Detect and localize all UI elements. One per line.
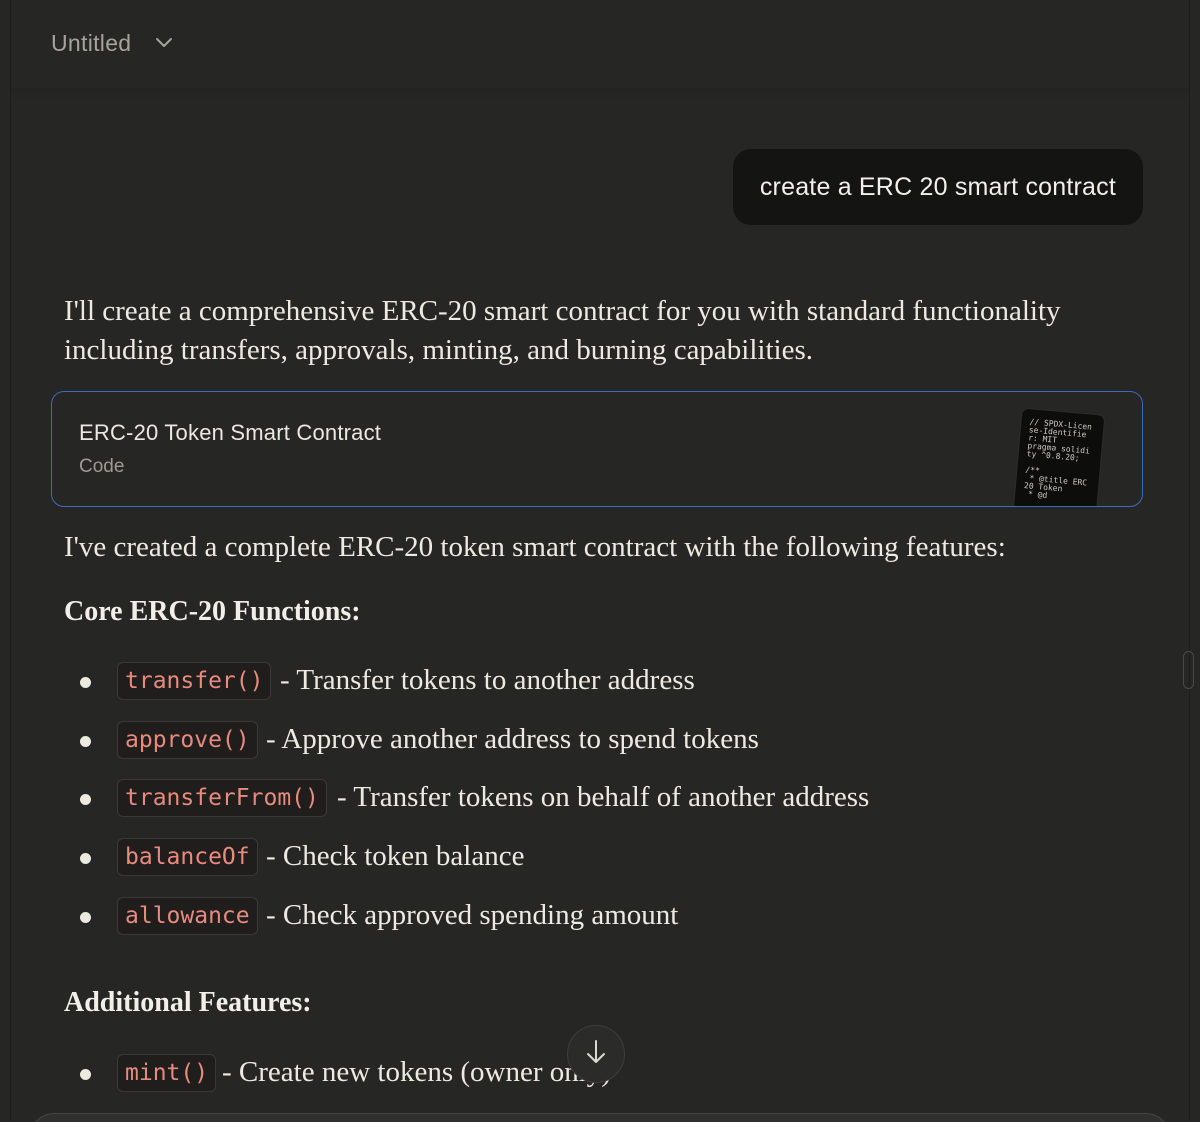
- user-message-bubble: create a ERC 20 smart contract: [732, 149, 1143, 225]
- window-border-right: [1189, 0, 1190, 1122]
- chat-title-dropdown[interactable]: Untitled: [40, 22, 184, 64]
- bullet: [80, 912, 91, 923]
- artifact-preview-text: // SPDX-License-Identifier: MIT pragma s…: [1022, 417, 1093, 501]
- scroll-to-bottom-button[interactable]: [567, 1025, 625, 1083]
- list-item: balanceOf - Check token balance: [0, 838, 1150, 878]
- inline-code: balanceOf: [117, 838, 258, 876]
- core-functions-heading: Core ERC-20 Functions:: [64, 596, 361, 627]
- bullet: [80, 1069, 91, 1080]
- additional-features-heading: Additional Features:: [64, 987, 312, 1018]
- inline-code: transferFrom(): [117, 779, 327, 817]
- inline-code: mint(): [117, 1054, 217, 1092]
- assistant-intro-text: I'll create a comprehensive ERC-20 smart…: [64, 295, 1061, 366]
- list-item-desc: - Transfer tokens on behalf of another a…: [337, 781, 870, 813]
- header-divider: [11, 88, 1189, 104]
- message-composer[interactable]: [30, 1113, 1170, 1122]
- artifact-card[interactable]: ERC-20 Token Smart Contract Code // SPDX…: [51, 391, 1143, 507]
- list-item-desc: - Approve another address to spend token…: [266, 723, 759, 755]
- list-item-desc: - Check approved spending amount: [266, 899, 679, 931]
- list-item: allowance - Check approved spending amou…: [0, 897, 1150, 937]
- scrollbar-thumb[interactable]: [1183, 651, 1194, 689]
- bullet: [80, 853, 91, 864]
- artifact-type: Code: [79, 456, 125, 477]
- window-border-left: [10, 0, 11, 1122]
- bullet: [80, 677, 91, 688]
- artifact-title: ERC-20 Token Smart Contract: [79, 420, 382, 445]
- bullet: [80, 794, 91, 805]
- inline-code: approve(): [117, 721, 258, 759]
- bullet: [80, 736, 91, 747]
- list-item: transferFrom() - Transfer tokens on beha…: [0, 779, 1150, 819]
- list-item: transfer() - Transfer tokens to another …: [0, 662, 1150, 702]
- chat-header: [11, 0, 1189, 88]
- inline-code: transfer(): [117, 662, 272, 700]
- arrow-down-icon: [585, 1039, 607, 1070]
- list-item-desc: - Check token balance: [266, 840, 525, 872]
- assistant-summary-text: I've created a complete ERC-20 token sma…: [64, 531, 1006, 563]
- chevron-down-icon: [155, 37, 173, 49]
- inline-code: allowance: [117, 897, 258, 935]
- list-item-desc: - Create new tokens (owner only): [222, 1056, 611, 1088]
- chat-title: Untitled: [51, 29, 132, 56]
- user-message-text: create a ERC 20 smart contract: [759, 172, 1116, 201]
- artifact-code-preview: // SPDX-License-Identifier: MIT pragma s…: [1013, 408, 1105, 506]
- list-item-desc: - Transfer tokens to another address: [280, 664, 695, 696]
- list-item: approve() - Approve another address to s…: [0, 721, 1150, 761]
